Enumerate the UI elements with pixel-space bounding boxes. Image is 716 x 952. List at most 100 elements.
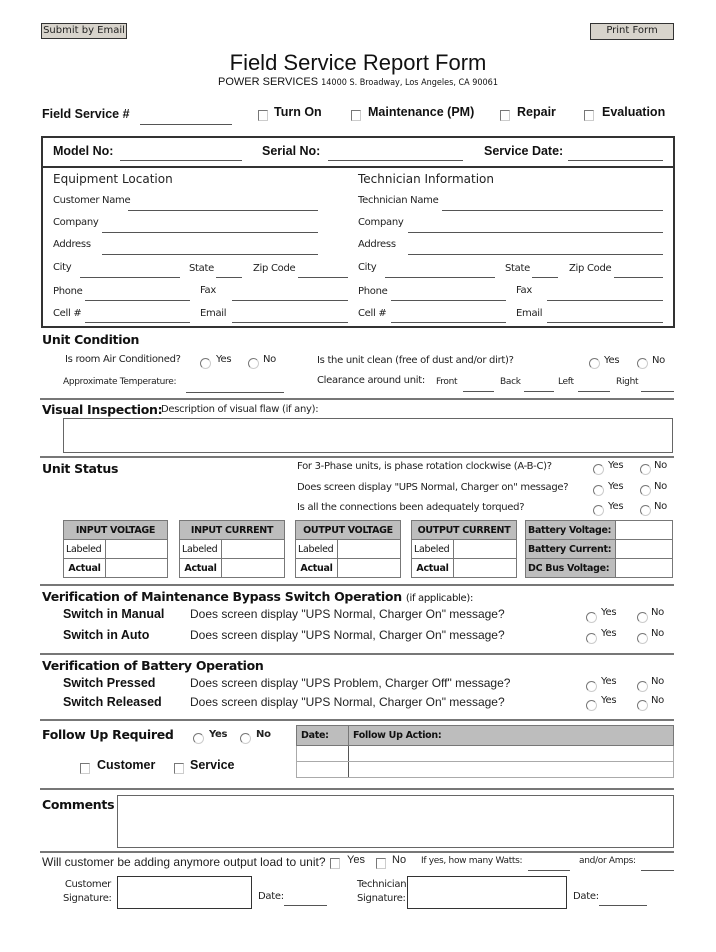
switch-released-no-radio[interactable] (637, 700, 648, 711)
model-no-input[interactable] (120, 160, 242, 161)
switch-released-yes-radio[interactable] (586, 700, 597, 711)
clearance-back-label: Back (500, 377, 521, 387)
input-current-header: INPUT CURRENT (179, 520, 285, 540)
unit-clean-no-radio[interactable] (637, 358, 648, 369)
tech-email-input[interactable] (547, 322, 663, 323)
tech-zip-input[interactable] (614, 277, 663, 278)
follow-up-yes-radio[interactable] (193, 733, 204, 744)
clearance-front-input[interactable] (463, 391, 494, 392)
customer-name-input[interactable] (128, 210, 318, 211)
clearance-right-input[interactable] (641, 391, 674, 392)
battery-table: Battery Voltage: Battery Current: DC Bus… (525, 520, 674, 578)
submit-by-email-button[interactable]: Submit by Email (41, 23, 127, 39)
technician-signature-label-2: Signature: (357, 893, 406, 904)
air-conditioned-yes-label: Yes (216, 354, 232, 365)
tech-state-input[interactable] (532, 277, 558, 278)
follow-up-service-checkbox[interactable] (174, 763, 184, 774)
eq-zip-input[interactable] (298, 277, 348, 278)
ups-normal-yes-radio[interactable] (593, 485, 604, 496)
dc-bus-voltage-input[interactable] (614, 558, 674, 578)
switch-manual-yes-radio[interactable] (586, 612, 597, 623)
clearance-right-label: Right (616, 377, 639, 387)
phase-rotation-no-radio[interactable] (640, 464, 651, 475)
output-voltage-labeled-input[interactable] (337, 539, 401, 559)
comments-textarea[interactable] (117, 795, 674, 848)
model-serial-box (41, 136, 675, 168)
phase-rotation-yes-label: Yes (608, 460, 624, 471)
technician-signature-field[interactable] (407, 876, 567, 909)
eq-phone-label: Phone (53, 286, 83, 297)
air-conditioned-yes-radio[interactable] (200, 358, 211, 369)
clearance-front-label: Front (436, 377, 458, 387)
input-current-labeled-input[interactable] (221, 539, 285, 559)
follow-up-no-radio[interactable] (240, 733, 251, 744)
input-current-actual-input[interactable] (221, 558, 285, 578)
amps-input[interactable] (641, 870, 674, 871)
customer-signature-field[interactable] (117, 876, 252, 909)
torqued-no-radio[interactable] (640, 505, 651, 516)
clearance-back-input[interactable] (524, 391, 554, 392)
labeled-label: Labeled (411, 539, 454, 559)
unit-clean-no-label: No (652, 355, 665, 366)
eq-cell-input[interactable] (85, 322, 190, 323)
visual-inspection-heading: Visual Inspection: (42, 402, 163, 417)
bypass-heading-note: (if applicable): (405, 593, 474, 604)
ups-normal-no-radio[interactable] (640, 485, 651, 496)
eq-email-input[interactable] (232, 322, 348, 323)
input-voltage-labeled-input[interactable] (105, 539, 168, 559)
battery-current-label: Battery Current: (525, 539, 616, 559)
repair-checkbox[interactable] (500, 110, 510, 121)
input-voltage-actual-input[interactable] (105, 558, 168, 578)
output-load-no-checkbox[interactable] (376, 858, 386, 869)
switch-pressed-yes-radio[interactable] (586, 681, 597, 692)
eq-state-input[interactable] (216, 277, 242, 278)
technician-date-input[interactable] (599, 905, 647, 906)
tech-cell-input[interactable] (391, 322, 506, 323)
print-form-button[interactable]: Print Form (590, 23, 674, 40)
tech-city-input[interactable] (385, 277, 495, 278)
follow-up-action-input[interactable] (348, 761, 674, 778)
tech-company-label: Company (358, 217, 404, 228)
serial-no-input[interactable] (328, 160, 463, 161)
follow-up-date-input[interactable] (296, 745, 349, 762)
follow-up-customer-checkbox[interactable] (80, 763, 90, 774)
eq-fax-input[interactable] (232, 300, 348, 301)
battery-voltage-input[interactable] (614, 520, 674, 540)
unit-clean-yes-radio[interactable] (589, 358, 600, 369)
follow-up-date-input[interactable] (296, 761, 349, 778)
service-date-input[interactable] (568, 160, 663, 161)
eq-address-input[interactable] (102, 254, 318, 255)
field-service-input[interactable] (140, 124, 232, 125)
follow-up-action-input[interactable] (348, 745, 674, 762)
clearance-left-input[interactable] (578, 391, 610, 392)
switch-manual-no-radio[interactable] (637, 612, 648, 623)
air-conditioned-no-radio[interactable] (248, 358, 259, 369)
eq-phone-input[interactable] (85, 300, 190, 301)
section-divider (40, 851, 674, 853)
evaluation-checkbox[interactable] (584, 110, 594, 121)
torqued-yes-radio[interactable] (593, 505, 604, 516)
turn-on-checkbox[interactable] (258, 110, 268, 121)
eq-company-input[interactable] (102, 232, 318, 233)
battery-current-input[interactable] (614, 539, 674, 559)
phase-rotation-yes-radio[interactable] (593, 464, 604, 475)
technician-name-input[interactable] (442, 210, 663, 211)
output-current-actual-input[interactable] (453, 558, 517, 578)
watts-input[interactable] (528, 870, 570, 871)
tech-address-input[interactable] (408, 254, 663, 255)
temperature-input[interactable] (186, 392, 284, 393)
eq-city-input[interactable] (80, 277, 180, 278)
output-load-yes-checkbox[interactable] (330, 858, 340, 869)
tech-fax-input[interactable] (547, 300, 663, 301)
output-voltage-actual-input[interactable] (337, 558, 401, 578)
visual-flaw-textarea[interactable] (63, 418, 673, 453)
switch-pressed-no-radio[interactable] (637, 681, 648, 692)
tech-phone-input[interactable] (391, 300, 506, 301)
output-current-labeled-input[interactable] (453, 539, 517, 559)
switch-auto-yes-radio[interactable] (586, 633, 597, 644)
tech-company-input[interactable] (408, 232, 663, 233)
maintenance-checkbox[interactable] (351, 110, 361, 121)
switch-auto-no-radio[interactable] (637, 633, 648, 644)
customer-date-input[interactable] (284, 905, 327, 906)
section-divider (40, 456, 674, 458)
